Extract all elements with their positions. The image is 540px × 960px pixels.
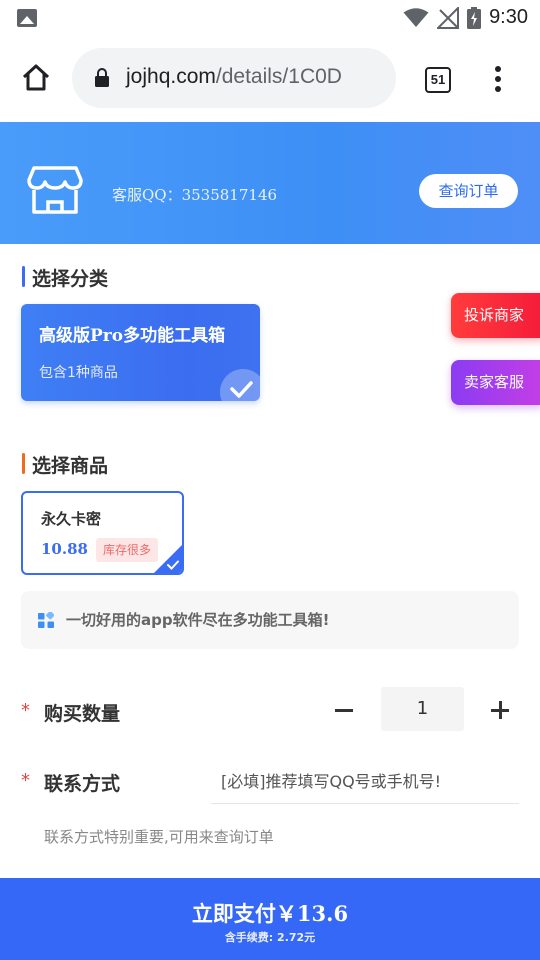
- status-time: 9:30: [489, 6, 528, 28]
- url-path: /details/1C0D: [215, 65, 342, 88]
- plus-icon[interactable]: [491, 701, 509, 719]
- selected-check-icon: [220, 369, 260, 401]
- gallery-icon: [17, 9, 37, 27]
- url-text: jojhq.com/details/1C0D: [126, 65, 342, 89]
- product-section-title: 选择商品: [22, 451, 108, 478]
- category-section-title: 选择分类: [22, 264, 108, 291]
- required-mark: *: [21, 700, 30, 721]
- grid-icon: [38, 612, 54, 628]
- contact-label: 联系方式: [44, 773, 121, 795]
- service-qq: 客服QQ：3535817146: [112, 186, 278, 204]
- product-price: 10.88: [41, 540, 88, 558]
- lock-icon: [95, 68, 109, 87]
- store-icon: [27, 166, 83, 214]
- quantity-input[interactable]: 1: [381, 687, 464, 731]
- category-card[interactable]: 高级版Pro多功能工具箱 包含1种商品: [21, 304, 260, 401]
- quantity-label: 购买数量: [44, 703, 121, 725]
- address-bar[interactable]: jojhq.com/details/1C0D: [72, 48, 396, 108]
- fee-text: 含手续费: 2.72元: [224, 931, 316, 944]
- selected-corner: [152, 543, 182, 573]
- minus-icon[interactable]: [335, 709, 353, 712]
- category-name: 高级版Pro多功能工具箱: [39, 326, 226, 346]
- overflow-menu-icon[interactable]: [494, 66, 502, 94]
- status-bar: 9:30: [0, 0, 540, 36]
- pay-amount: ￥13.6: [275, 901, 349, 926]
- complain-merchant-button[interactable]: 投诉商家: [451, 293, 540, 338]
- required-mark: *: [21, 770, 30, 791]
- notice-banner: 一切好用的app软件尽在多功能工具箱!: [21, 591, 519, 649]
- no-signal-icon: [437, 6, 460, 29]
- seller-service-button[interactable]: 卖家客服: [451, 360, 540, 405]
- shop-header: 客服QQ：3535817146 查询订单: [0, 122, 540, 244]
- stock-badge: 库存很多: [96, 538, 159, 562]
- home-icon[interactable]: [20, 62, 52, 94]
- browser-toolbar: jojhq.com/details/1C0D 51: [0, 36, 540, 122]
- selected-check-icon: [167, 560, 179, 570]
- tabs-icon[interactable]: 51: [425, 67, 451, 93]
- category-count: 包含1种商品: [39, 365, 118, 381]
- notice-text: 一切好用的app软件尽在多功能工具箱!: [66, 611, 330, 629]
- pay-label: 立即支付: [191, 902, 276, 926]
- product-card[interactable]: 永久卡密 10.88 库存很多: [21, 491, 184, 575]
- pay-now-button[interactable]: 立即支付￥13.6 含手续费: 2.72元: [0, 878, 540, 960]
- product-name: 永久卡密: [41, 510, 102, 528]
- query-order-button[interactable]: 查询订单: [419, 174, 518, 208]
- contact-row: * 联系方式: [0, 760, 540, 806]
- pay-label-line: 立即支付￥13.6: [0, 898, 540, 928]
- wifi-icon: [403, 7, 429, 27]
- battery-charging-icon: [467, 6, 482, 29]
- contact-hint: 联系方式特别重要,可用来查询订单: [44, 828, 274, 846]
- quantity-row: * 购买数量 1: [0, 686, 540, 732]
- url-host: jojhq.com: [126, 65, 216, 88]
- contact-input[interactable]: [211, 760, 519, 804]
